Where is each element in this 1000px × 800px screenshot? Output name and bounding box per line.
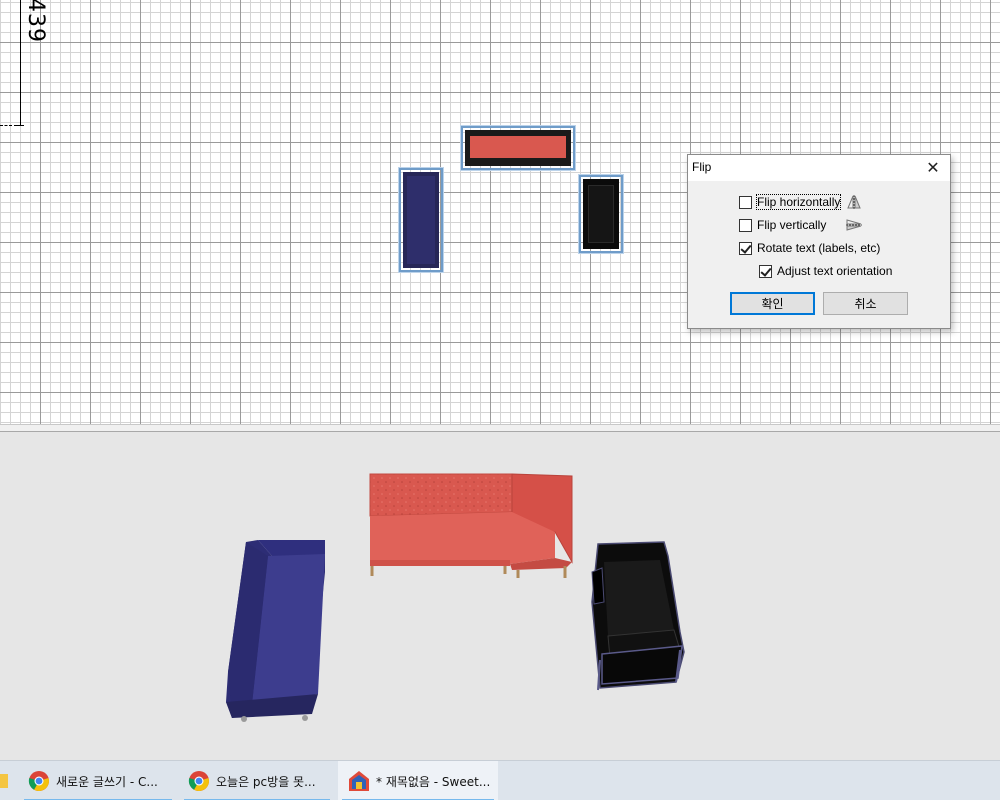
dimension-tick (14, 125, 24, 126)
taskbar-item-label: 오늘은 pc방을 못... (216, 774, 316, 789)
flip-horizontally-option[interactable]: Flip horizontally (739, 194, 862, 210)
chrome-icon (28, 771, 49, 792)
flip-vertical-icon (846, 219, 863, 231)
taskbar-item-sweet-home-3d[interactable]: * 재목없음 - Sweet... (338, 761, 498, 800)
flip-horizontally-checkbox[interactable] (739, 195, 752, 209)
plan-red-sofa[interactable] (461, 126, 575, 170)
taskbar-item-chrome-2[interactable]: 오늘은 pc방을 못... (180, 761, 334, 800)
taskbar-partial-item[interactable] (0, 761, 14, 800)
sweet-home-3d-icon (349, 771, 369, 791)
dimension-line (20, 0, 21, 126)
flip-horizontally-label[interactable]: Flip horizontally (755, 194, 842, 210)
3d-view[interactable] (0, 432, 1000, 760)
3d-red-sofa[interactable] (369, 473, 573, 578)
flip-vertically-option[interactable]: Flip vertically (739, 218, 863, 232)
adjust-text-orientation-checkbox[interactable] (759, 264, 772, 278)
view-splitter[interactable] (0, 424, 1000, 432)
flip-vertically-checkbox[interactable] (739, 218, 752, 232)
dialog-title: Flip (692, 160, 712, 174)
taskbar: 새로운 글쓰기 - C... 오늘은 pc방을 못... * 재목없음 - Sw… (0, 760, 1000, 800)
rotate-text-option[interactable]: Rotate text (labels, etc) (739, 241, 880, 255)
flip-dialog: Flip ✕ Flip horizontally Flip vertically… (687, 154, 951, 329)
3d-blue-sofa[interactable] (226, 540, 325, 722)
close-icon[interactable]: ✕ (922, 157, 944, 179)
plan-black-sofa[interactable] (579, 175, 623, 253)
cancel-button[interactable]: 취소 (823, 292, 908, 315)
rotate-text-checkbox[interactable] (739, 241, 752, 255)
folder-icon (0, 774, 8, 788)
taskbar-item-label: 새로운 글쓰기 - C... (56, 774, 158, 789)
dimension-label: 439 (23, 0, 48, 43)
ok-button[interactable]: 확인 (730, 292, 815, 315)
flip-horizontal-icon (847, 195, 862, 209)
adjust-text-orientation-label[interactable]: Adjust text orientation (777, 264, 892, 278)
3d-black-sofa[interactable] (591, 541, 685, 691)
chrome-icon (188, 771, 209, 792)
dialog-titlebar[interactable]: Flip ✕ (688, 155, 950, 181)
plan-blue-sofa[interactable] (399, 168, 443, 272)
taskbar-item-chrome-1[interactable]: 새로운 글쓰기 - C... (20, 761, 176, 800)
dimension-extension-line (0, 125, 12, 126)
adjust-text-orientation-option[interactable]: Adjust text orientation (759, 264, 892, 278)
taskbar-item-label: * 재목없음 - Sweet... (376, 774, 491, 789)
flip-vertically-label[interactable]: Flip vertically (757, 218, 826, 232)
rotate-text-label[interactable]: Rotate text (labels, etc) (757, 241, 880, 255)
